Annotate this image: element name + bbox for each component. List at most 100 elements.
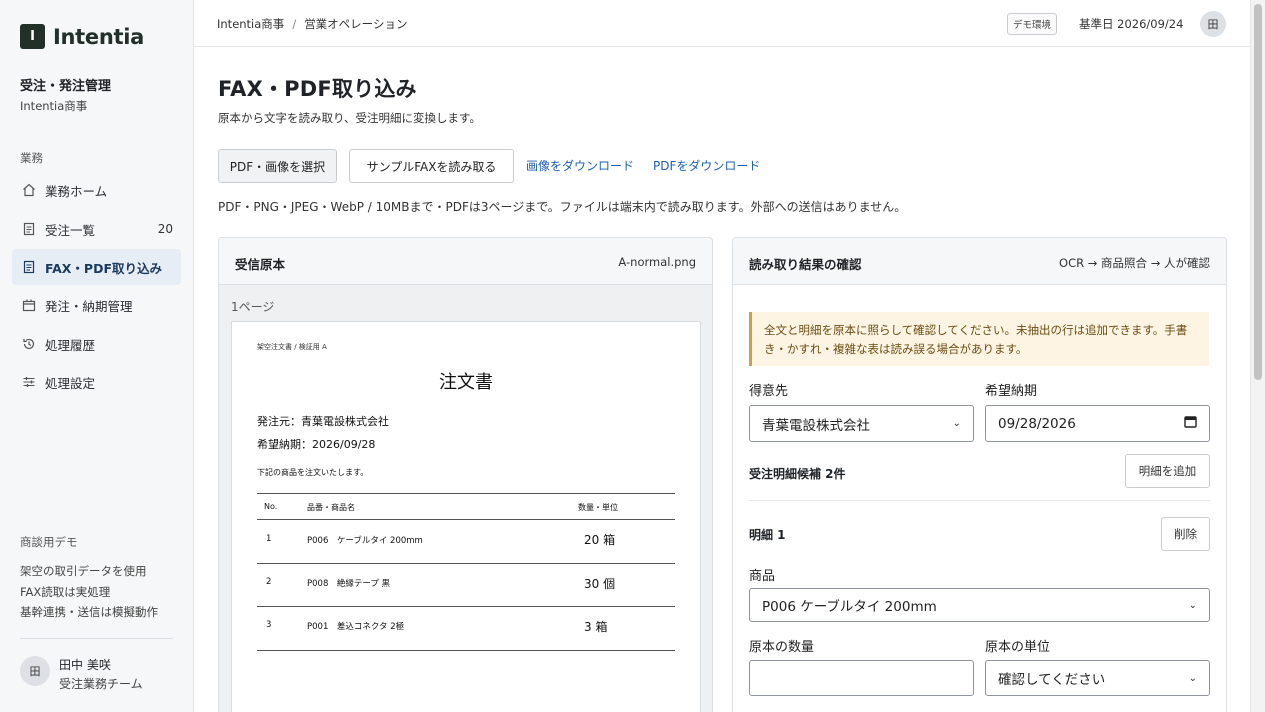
result-panel: 読み取り結果の確認 OCR → 商品照合 → 人が確認 全文と明細を原本に照らし… xyxy=(732,237,1227,712)
download-pdf-link[interactable]: PDFをダウンロード xyxy=(653,157,760,174)
source-panel-header: 受信原本 A-normal.png xyxy=(219,238,712,285)
page-description: 原本から文字を読み取り、受注明細に変換します。 xyxy=(218,111,481,125)
source-unit-value: 確認してください xyxy=(998,672,1106,688)
sidebar-item-label: 受注一覧 xyxy=(45,222,96,238)
logo[interactable]: I Intentia xyxy=(20,24,144,49)
delivery-date-value: 09/28/2026 xyxy=(998,415,1076,432)
sidebar-item-label: 発注・納期管理 xyxy=(45,298,133,314)
page-title: FAX・PDF取り込み xyxy=(218,77,417,101)
breadcrumb-separator: / xyxy=(292,17,297,31)
doc-cell-item: P006 ケーブルタイ 200mm xyxy=(307,536,423,546)
history-icon xyxy=(22,337,36,351)
doc-table-rule xyxy=(257,493,675,494)
avatar[interactable]: 田 xyxy=(1200,11,1226,37)
doc-table-rule xyxy=(257,519,675,520)
doc-cell-no: 2 xyxy=(266,577,272,587)
doc-table-rule xyxy=(257,606,675,607)
product-select[interactable]: P006 ケーブルタイ 200mm ⌄ xyxy=(749,588,1210,622)
doc-table-rule xyxy=(257,563,675,564)
chevron-down-icon: ⌄ xyxy=(952,418,961,429)
source-unit-select[interactable]: 確認してください ⌄ xyxy=(985,660,1210,696)
logo-mark: I xyxy=(20,24,45,49)
source-qty-label: 原本の数量 xyxy=(749,640,815,655)
scrollbar-thumb[interactable] xyxy=(1254,4,1262,380)
doc-note: 下記の商品を注文いたします。 xyxy=(257,468,369,477)
doc-table-rule xyxy=(257,650,675,651)
demo-note: FAX読取は実処理 xyxy=(20,585,111,599)
calendar-icon[interactable] xyxy=(1184,415,1197,432)
doc-cell-item: P001 差込コネクタ 2極 xyxy=(307,622,405,632)
doc-cell-no: 3 xyxy=(266,620,272,630)
chevron-down-icon: ⌄ xyxy=(1188,672,1197,684)
avatar[interactable]: 田 xyxy=(20,656,50,686)
add-line-button[interactable]: 明細を追加 xyxy=(1125,454,1210,488)
doc-cell-qty: 20 箱 xyxy=(584,533,616,547)
document-page: 架空注文書 / 検証用 A 注文書 発注元：青葉電設株式会社 希望納期：2026… xyxy=(231,321,701,712)
read-sample-fax-button[interactable]: サンプルFAXを読み取る xyxy=(349,149,514,183)
doc-delivery: 希望納期：2026/09/28 xyxy=(257,438,376,451)
doc-column-header: 数量・単位 xyxy=(578,503,618,512)
logo-text: Intentia xyxy=(53,24,145,49)
home-icon xyxy=(22,183,36,197)
top-bar: Intentia商事 / 営業オペレーション デモ環境 基準日 2026/09/24… xyxy=(194,0,1250,47)
source-panel-title: 受信原本 xyxy=(235,257,286,272)
demo-note: 架空の取引データを使用 xyxy=(20,564,147,578)
delivery-date-label: 希望納期 xyxy=(985,384,1038,399)
product-select-value: P006 ケーブルタイ 200mm xyxy=(762,599,937,615)
delete-line-button[interactable]: 削除 xyxy=(1161,517,1210,551)
sidebar-item-settings[interactable]: 処理設定 xyxy=(12,364,181,400)
user-team: 受注業務チーム xyxy=(59,677,143,691)
customer-select[interactable]: 青葉電設株式会社 ⌄ xyxy=(749,405,974,442)
sidebar-item-history[interactable]: 処理履歴 xyxy=(12,326,181,362)
doc-cell-qty: 3 箱 xyxy=(584,620,608,634)
sidebar-item-purchase[interactable]: 発注・納期管理 xyxy=(12,287,181,323)
doc-orderer: 発注元：青葉電設株式会社 xyxy=(257,415,389,428)
doc-cell-item: P008 絶縁テープ 黒 xyxy=(307,579,391,589)
result-panel-header: 読み取り結果の確認 OCR → 商品照合 → 人が確認 xyxy=(733,238,1226,285)
doc-column-header: 品番・商品名 xyxy=(307,503,355,512)
line-item-title: 明細 1 xyxy=(749,528,786,542)
customer-label: 得意先 xyxy=(749,384,789,399)
source-filename: A-normal.png xyxy=(618,255,696,269)
doc-cell-qty: 30 個 xyxy=(584,577,616,591)
org-subtitle: Intentia商事 xyxy=(20,99,88,113)
sidebar-item-home[interactable]: 業務ホーム xyxy=(12,172,181,208)
product-label: 商品 xyxy=(749,569,776,584)
document-icon xyxy=(22,222,36,236)
document-icon xyxy=(22,260,36,274)
lines-title: 受注明細候補 2件 xyxy=(749,467,846,481)
document-viewer[interactable]: 1ページ 架空注文書 / 検証用 A 注文書 発注元：青葉電設株式会社 希望納期… xyxy=(219,285,712,712)
sidebar-item-label: 処理履歴 xyxy=(45,337,96,353)
demo-title: 商談用デモ xyxy=(20,535,78,549)
box-icon xyxy=(22,298,36,312)
doc-cell-no: 1 xyxy=(266,534,272,544)
doc-small-header: 架空注文書 / 検証用 A xyxy=(257,343,327,351)
sliders-icon xyxy=(22,375,36,389)
breadcrumb: Intentia商事 / 営業オペレーション xyxy=(217,16,407,32)
org-title: 受注・発注管理 xyxy=(20,79,112,94)
user-name: 田中 美咲 xyxy=(59,658,111,672)
sidebar-item-label: FAX・PDF取り込み xyxy=(45,260,162,276)
chevron-down-icon: ⌄ xyxy=(1188,599,1197,611)
source-panel: 受信原本 A-normal.png 1ページ 架空注文書 / 検証用 A 注文書… xyxy=(218,237,713,712)
nav-section-label: 業務 xyxy=(20,151,43,165)
delivery-date-input[interactable]: 09/28/2026 xyxy=(985,405,1210,442)
sidebar-item-orders[interactable]: 受注一覧 20 xyxy=(12,211,181,247)
order-count-badge: 20 xyxy=(157,222,173,236)
source-qty-input[interactable] xyxy=(749,660,974,696)
breadcrumb-item[interactable]: Intentia商事 xyxy=(217,17,284,31)
download-image-link[interactable]: 画像をダウンロード xyxy=(526,157,634,174)
sidebar-item-label: 処理設定 xyxy=(45,375,96,391)
demo-note: 基幹連携・送信は模擬動作 xyxy=(20,605,158,619)
select-file-button[interactable]: PDF・画像を選択 xyxy=(218,149,337,183)
result-panel-title: 読み取り結果の確認 xyxy=(749,257,862,272)
review-notice: 全文と明細を原本に照らして確認してください。未抽出の行は追加できます。手書き・か… xyxy=(749,312,1209,366)
breadcrumb-item[interactable]: 営業オペレーション xyxy=(304,17,407,31)
ocr-flow-label: OCR → 商品照合 → 人が確認 xyxy=(1059,256,1210,270)
page-scrollbar[interactable] xyxy=(1250,0,1265,712)
page-label: 1ページ xyxy=(231,300,275,314)
sidebar-item-fax-import[interactable]: FAX・PDF取り込み xyxy=(12,249,181,285)
env-badge: デモ環境 xyxy=(1007,13,1058,35)
sidebar-divider xyxy=(20,638,173,639)
file-note: PDF・PNG・JPEG・WebP / 10MBまで・PDFは3ページまで。ファ… xyxy=(218,200,907,214)
